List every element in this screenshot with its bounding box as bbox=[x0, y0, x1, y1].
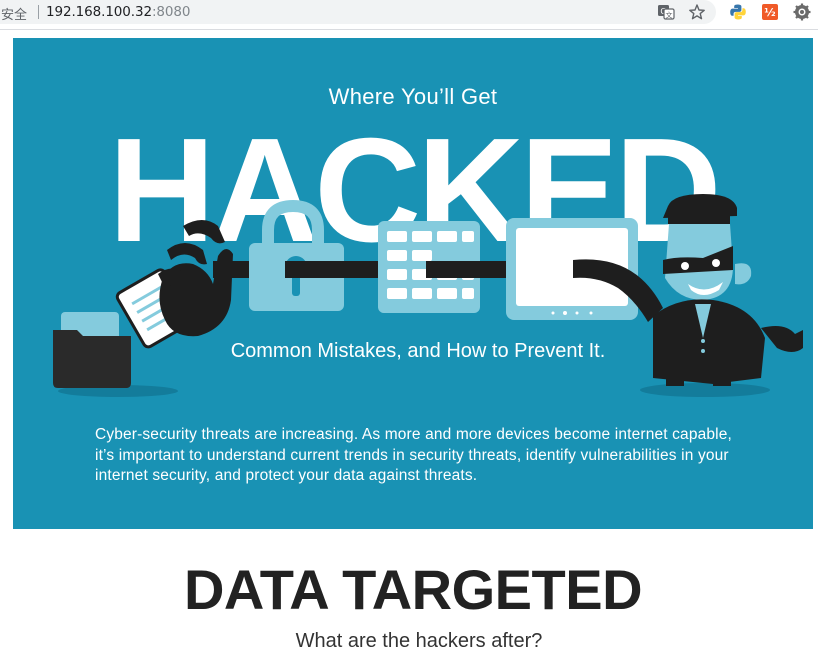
omnibox[interactable]: 安全 192.168.100.32:8080 G 文 bbox=[0, 0, 716, 24]
hero-banner: Where You’ll Get HACKED Common Mistakes,… bbox=[13, 38, 813, 529]
translate-icon[interactable]: G 文 bbox=[657, 3, 675, 21]
address-bar: 安全 192.168.100.32:8080 G 文 ½ bbox=[0, 0, 818, 24]
svg-text:文: 文 bbox=[666, 11, 673, 20]
python-extension-icon[interactable] bbox=[729, 3, 747, 21]
section-title: DATA TARGETED bbox=[183, 558, 643, 621]
url-host: 192.168.100.32 bbox=[46, 4, 152, 20]
extension-icon[interactable]: ½ bbox=[761, 3, 779, 21]
omnibox-separator bbox=[38, 5, 39, 19]
url-text[interactable]: 192.168.100.32:8080 bbox=[46, 4, 190, 20]
settings-icon[interactable] bbox=[793, 3, 811, 21]
url-port: :8080 bbox=[151, 4, 191, 20]
banner-description: Cyber-security threats are increasing. A… bbox=[95, 426, 732, 484]
security-label[interactable]: 安全 bbox=[1, 4, 27, 23]
banner-subtitle: Common Mistakes, and How to Prevent It. bbox=[230, 340, 606, 362]
section-subtitle: What are the hackers after? bbox=[295, 630, 543, 652]
toolbar-divider bbox=[0, 29, 818, 30]
star-icon[interactable] bbox=[688, 3, 706, 21]
svg-text:½: ½ bbox=[764, 6, 775, 19]
